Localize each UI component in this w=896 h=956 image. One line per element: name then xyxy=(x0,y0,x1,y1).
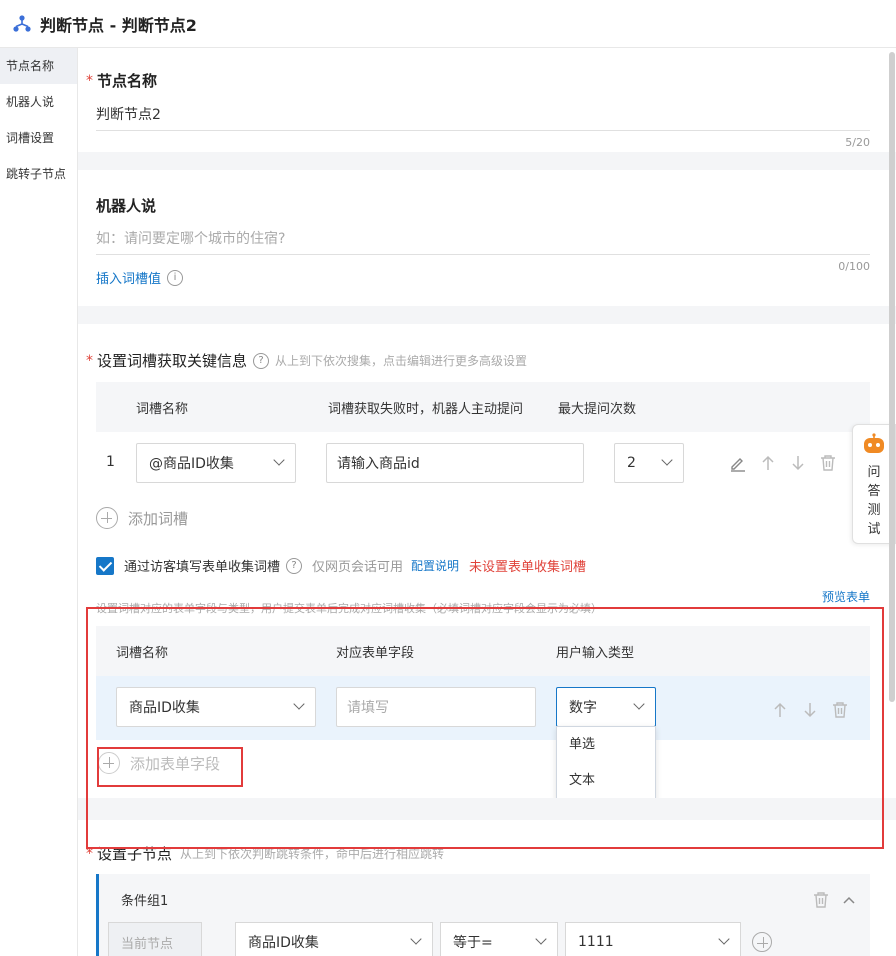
add-condition-icon[interactable] xyxy=(752,932,772,952)
info-icon[interactable]: i xyxy=(167,269,184,286)
section-gap xyxy=(78,152,896,170)
condition-slot-value: 商品ID收集 xyxy=(248,935,319,951)
col-max-ask: 最大提问次数 xyxy=(558,402,637,417)
slot-settings-title-row: * 设置词槽获取关键信息 ? 从上到下依次搜集，点击编辑进行更多高级设置 xyxy=(86,350,527,371)
slot-name-select[interactable]: @商品ID收集 xyxy=(136,443,296,483)
robot-icon xyxy=(864,433,884,453)
add-slot-button[interactable]: 添加词槽 xyxy=(96,507,188,529)
sidebar-item-slot-settings[interactable]: 词槽设置 xyxy=(0,120,77,156)
move-down-icon[interactable] xyxy=(788,453,808,473)
section-gap xyxy=(78,306,896,324)
no-form-slot-warning: 未设置表单收集词槽 xyxy=(469,560,587,575)
chevron-down-icon xyxy=(273,454,285,466)
move-up-icon[interactable] xyxy=(758,453,778,473)
highlight-box-add-field xyxy=(97,747,243,787)
condition-value: 1111 xyxy=(578,934,614,950)
robot-say-counter: 0/100 xyxy=(838,260,870,273)
chevron-down-icon xyxy=(661,454,673,466)
preview-form-link[interactable]: 预览表单 xyxy=(822,588,870,605)
sidebar-item-robot-say[interactable]: 机器人说 xyxy=(0,84,77,120)
scrollbar[interactable] xyxy=(889,52,895,702)
form-collect-row: 通过访客填写表单收集词槽 ? 仅网页会话可用 配置说明 未设置表单收集词槽 xyxy=(96,556,586,575)
required-mark: * xyxy=(86,72,93,89)
chevron-down-icon xyxy=(410,933,422,945)
col-fail-prompt: 词槽获取失败时，机器人主动提问 xyxy=(328,402,524,417)
form-collect-label: 通过访客填写表单收集词槽 xyxy=(124,560,281,575)
condition-source: 当前节点 xyxy=(108,922,202,956)
max-ask-value: 2 xyxy=(627,455,636,471)
condition-operator-select[interactable]: 等于= xyxy=(440,922,558,956)
condition-value-select[interactable]: 1111 xyxy=(565,922,741,956)
condition-slot-select[interactable]: 商品ID收集 xyxy=(235,922,433,956)
node-name-input[interactable]: 判断节点2 xyxy=(96,104,161,124)
flow-node-icon xyxy=(13,14,31,32)
robot-say-input[interactable]: 如：请问要定哪个城市的住宿? xyxy=(96,228,285,248)
sidebar-item-child-nodes[interactable]: 跳转子节点 xyxy=(0,156,77,192)
sidebar-item-node-name[interactable]: 节点名称 xyxy=(0,48,77,84)
highlight-box-form-area xyxy=(86,607,884,849)
node-name-label: 节点名称 xyxy=(97,72,158,90)
web-only-note: 仅网页会话可用 xyxy=(312,560,404,575)
page-title: 判断节点 - 判断节点2 xyxy=(40,15,197,35)
plus-circle-icon xyxy=(96,507,118,529)
slot-table-header: 词槽名称 词槽获取失败时，机器人主动提问 最大提问次数 xyxy=(96,382,870,432)
delete-icon[interactable] xyxy=(818,453,838,473)
help-icon[interactable]: ? xyxy=(253,352,270,369)
slot-name-value: @商品ID收集 xyxy=(149,456,234,472)
node-name-label-row: * 节点名称 xyxy=(86,70,157,91)
chevron-down-icon xyxy=(718,933,730,945)
fail-prompt-value: 请输入商品id xyxy=(337,456,420,472)
slot-settings-hint: 从上到下依次搜集，点击编辑进行更多高级设置 xyxy=(275,354,528,368)
help-icon[interactable]: ? xyxy=(286,557,303,574)
max-ask-select[interactable]: 2 xyxy=(614,443,684,483)
divider xyxy=(96,130,870,131)
form-collect-checkbox[interactable] xyxy=(96,556,114,575)
divider xyxy=(96,254,870,255)
condition-operator-value: 等于= xyxy=(453,935,493,951)
col-slot-name: 词槽名称 xyxy=(136,402,189,417)
insert-slot-value-label: 插入词槽值 xyxy=(96,272,162,287)
condition-group-title: 条件组1 xyxy=(121,894,169,909)
insert-slot-value-link[interactable]: 插入词槽值 i xyxy=(96,268,184,287)
condition-source-label: 当前节点 xyxy=(121,936,174,952)
node-name-counter: 5/20 xyxy=(845,136,870,149)
edit-icon[interactable] xyxy=(728,453,748,473)
collapse-icon[interactable] xyxy=(839,890,859,910)
slot-settings-title: 设置词槽获取关键信息 xyxy=(97,352,248,370)
fail-prompt-input[interactable]: 请输入商品id xyxy=(326,443,584,483)
slot-row-index: 1 xyxy=(106,454,115,470)
config-guide-link[interactable]: 配置说明 xyxy=(411,557,459,574)
add-slot-label: 添加词槽 xyxy=(128,509,189,528)
robot-say-label: 机器人说 xyxy=(96,197,157,215)
node-name-card: * 节点名称 判断节点2 5/20 xyxy=(78,48,896,152)
sidebar: 节点名称 机器人说 词槽设置 跳转子节点 xyxy=(0,48,78,956)
chevron-down-icon xyxy=(535,933,547,945)
required-mark: * xyxy=(86,352,93,369)
app-header: 判断节点 - 判断节点2 xyxy=(0,0,896,48)
delete-icon[interactable] xyxy=(811,890,831,910)
